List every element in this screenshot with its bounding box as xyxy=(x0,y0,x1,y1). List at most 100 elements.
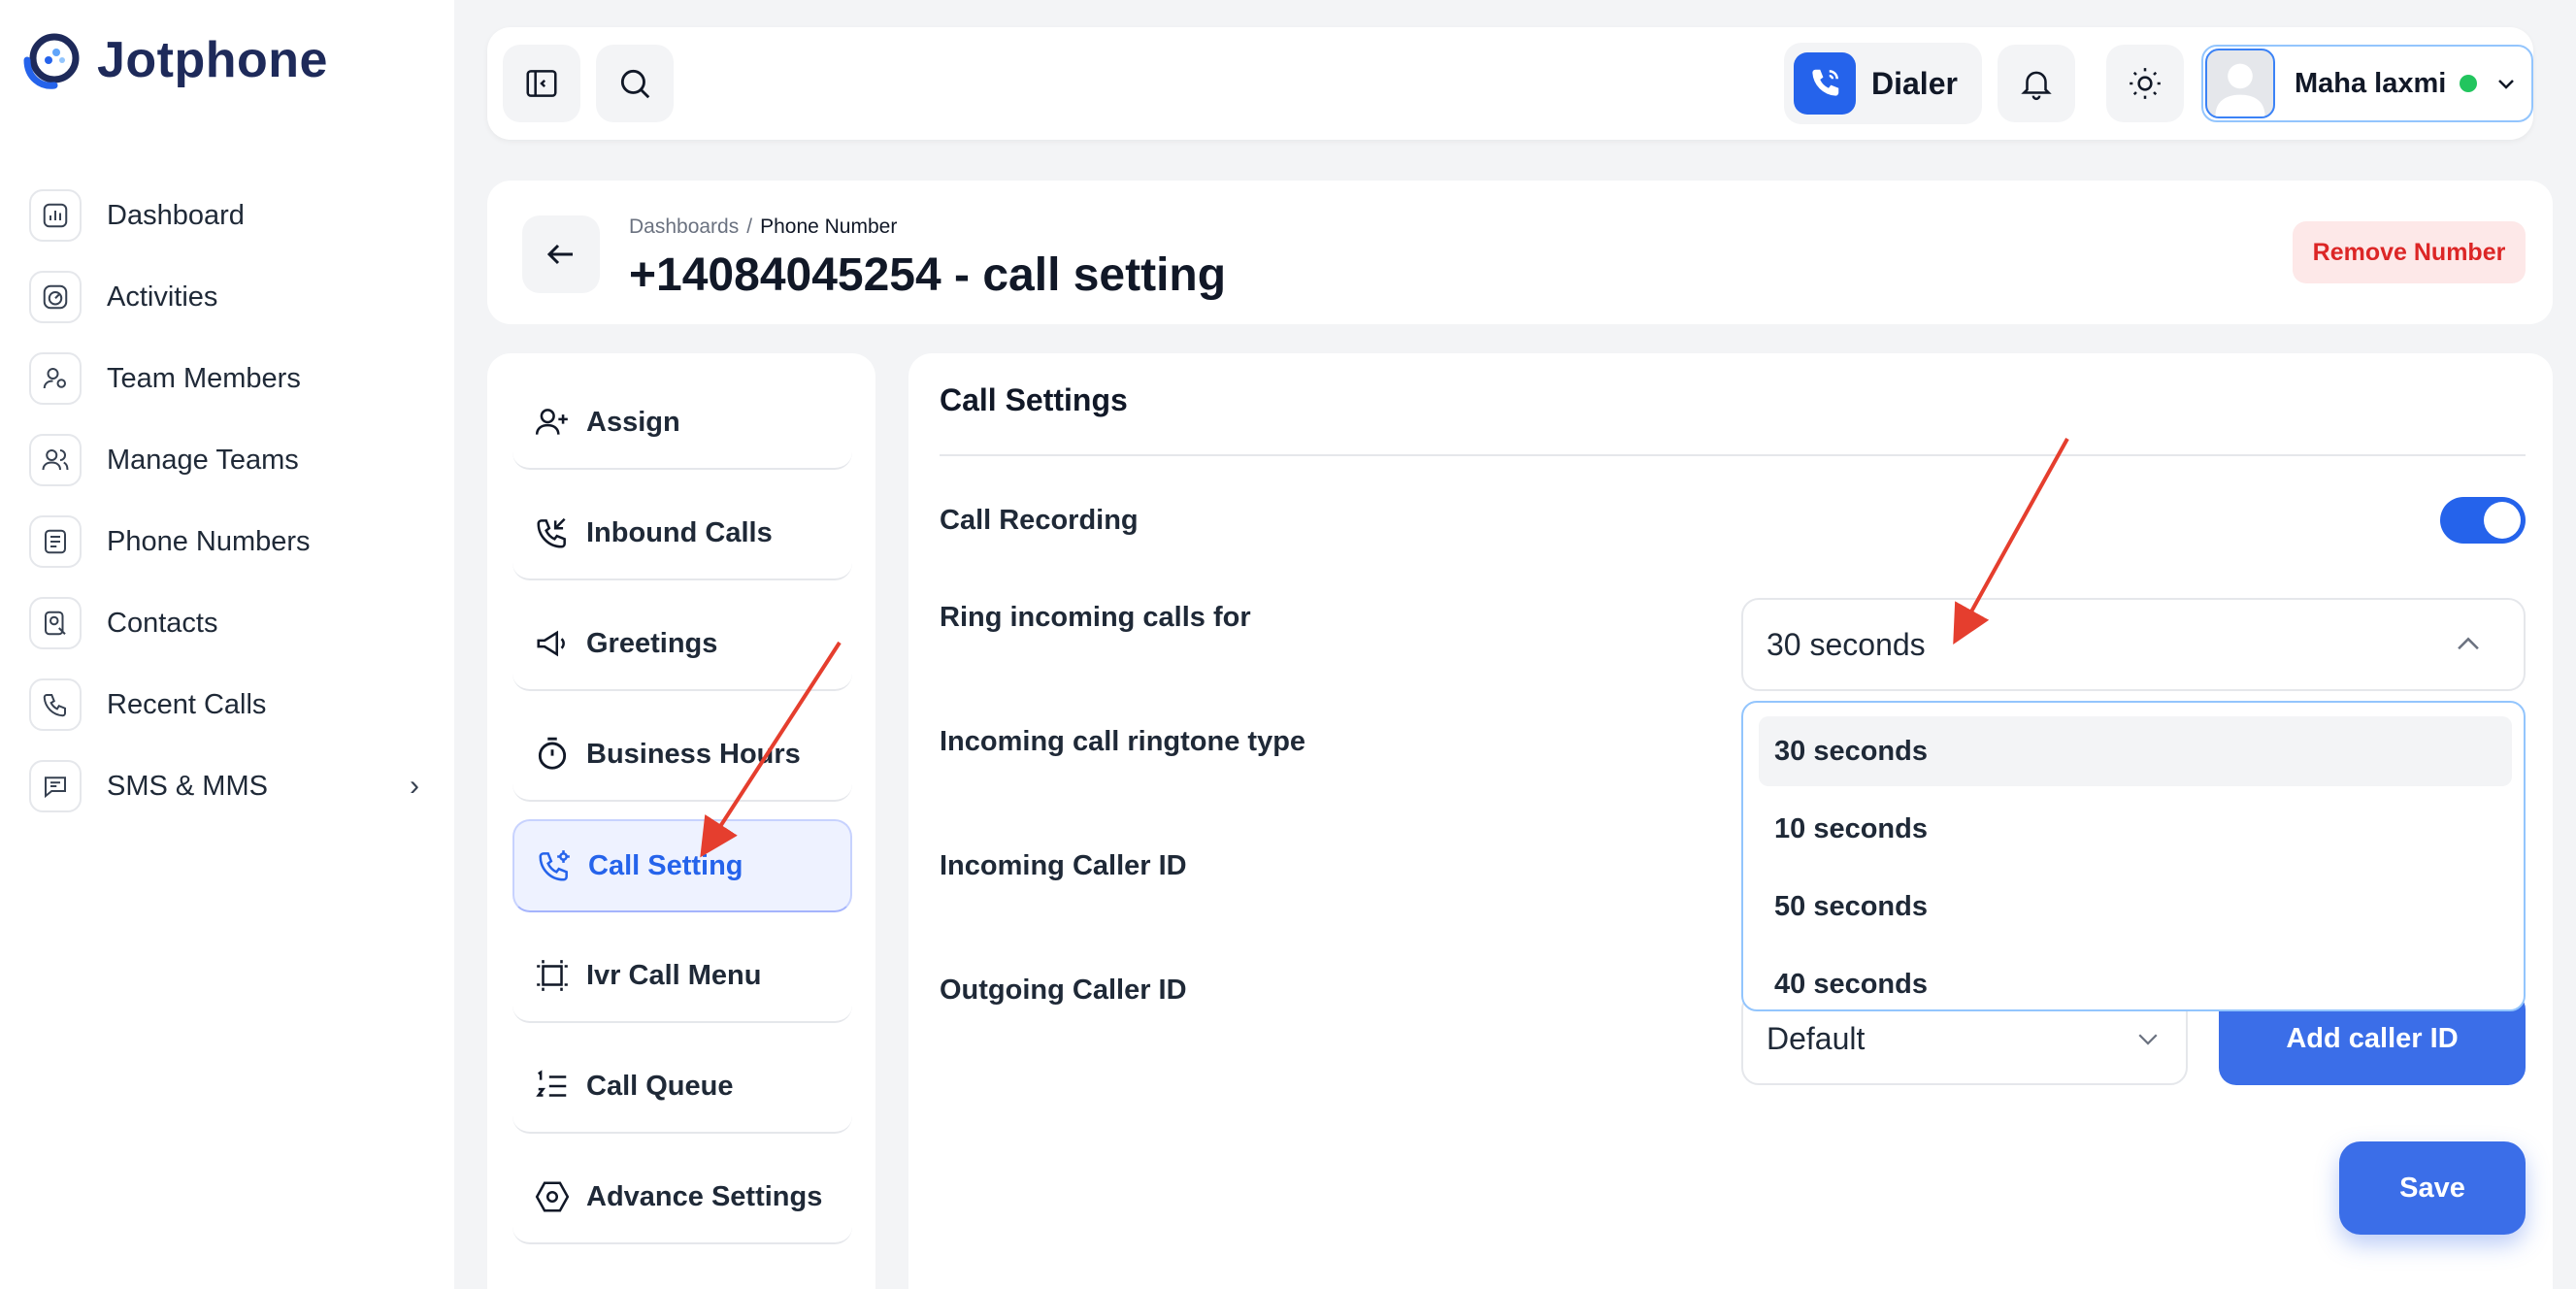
sidebar-item-label: Manage Teams xyxy=(107,444,299,476)
settings-tabs: Assign Inbound Calls Greetings Business … xyxy=(487,353,875,1289)
back-button[interactable] xyxy=(522,215,600,293)
page-title: +14084045254 - call setting xyxy=(629,249,1227,301)
logo[interactable]: Jotphone xyxy=(19,27,328,93)
speedometer-icon xyxy=(29,271,82,323)
sidebar-item-phone-numbers[interactable]: Phone Numbers xyxy=(29,501,427,582)
users-icon xyxy=(29,434,82,486)
call-settings-panel: Call Settings Call Recording Ring incomi… xyxy=(908,353,2553,1289)
tab-label: Inbound Calls xyxy=(586,516,773,548)
ring-duration-dropdown: 30 seconds 10 seconds 50 seconds 40 seco… xyxy=(1741,701,2526,1011)
tab-inbound-calls[interactable]: Inbound Calls xyxy=(512,487,852,580)
dialer-label: Dialer xyxy=(1871,65,1958,101)
breadcrumb: Dashboards / Phone Number xyxy=(629,215,898,238)
sidebar-item-contacts[interactable]: Contacts xyxy=(29,582,427,664)
message-icon xyxy=(29,760,82,812)
dropdown-option[interactable]: 40 seconds xyxy=(1759,949,2512,1009)
contact-search-icon xyxy=(29,597,82,649)
numbered-list-icon xyxy=(536,1070,567,1097)
tab-assign[interactable]: Assign xyxy=(512,377,852,470)
ringtone-type-label: Incoming call ringtone type xyxy=(940,726,1306,757)
sidebar-collapse-icon xyxy=(526,70,557,97)
tab-greetings[interactable]: Greetings xyxy=(512,598,852,691)
sun-icon xyxy=(2130,68,2161,99)
ring-duration-label: Ring incoming calls for xyxy=(940,602,1251,633)
dropdown-option[interactable]: 50 seconds xyxy=(1759,872,2512,942)
sidebar-toggle-button[interactable] xyxy=(503,45,580,122)
outgoing-caller-id-value: Default xyxy=(1767,1020,1866,1056)
sidebar-item-label: Dashboard xyxy=(107,199,245,231)
phone-gear-icon xyxy=(539,850,570,881)
theme-toggle-button[interactable] xyxy=(2106,45,2184,122)
toggle-knob xyxy=(2484,502,2521,539)
avatar xyxy=(2205,49,2275,118)
sidebar-item-label: Recent Calls xyxy=(107,688,267,720)
jotphone-logo-icon xyxy=(23,33,80,89)
ring-duration-select[interactable]: 30 seconds xyxy=(1741,598,2526,691)
dialer-button[interactable]: Dialer xyxy=(1784,43,1982,124)
brand-name: Jotphone xyxy=(97,32,328,88)
divider xyxy=(940,454,2526,456)
chart-icon xyxy=(29,189,82,242)
notifications-button[interactable] xyxy=(1998,45,2075,122)
tab-label: Call Queue xyxy=(586,1070,734,1102)
sidebar-item-recent-calls[interactable]: Recent Calls xyxy=(29,664,427,745)
tab-label: Advance Settings xyxy=(586,1180,823,1212)
sidebar-item-sms-mms[interactable]: SMS & MMS › xyxy=(29,745,427,827)
user-settings-icon xyxy=(29,352,82,405)
breadcrumb-root[interactable]: Dashboards xyxy=(629,215,739,238)
timer-icon xyxy=(538,737,567,770)
user-menu[interactable]: Maha laxmi xyxy=(2201,45,2533,122)
sidebar-item-label: SMS & MMS xyxy=(107,770,268,802)
user-name: Maha laxmi xyxy=(2295,67,2447,99)
arrow-left-icon xyxy=(546,244,573,265)
chevron-down-icon xyxy=(2138,1034,2158,1045)
frame-icon xyxy=(537,960,568,991)
search-button[interactable] xyxy=(596,45,674,122)
tab-call-queue[interactable]: Call Queue xyxy=(512,1041,852,1134)
sidebar: Jotphone Dashboard Activities Team Membe… xyxy=(0,0,454,1289)
tab-label: Call Setting xyxy=(588,849,743,881)
phone-incoming-icon xyxy=(537,517,566,548)
section-title: Call Settings xyxy=(940,382,1128,417)
dropdown-option[interactable]: 30 seconds xyxy=(1759,716,2512,786)
online-status-dot xyxy=(2460,75,2478,92)
chevron-down-icon xyxy=(2498,80,2515,89)
tab-label: Assign xyxy=(586,406,680,438)
tab-ivr-call-menu[interactable]: Ivr Call Menu xyxy=(512,930,852,1023)
chevron-up-icon xyxy=(2458,637,2479,650)
tab-call-setting[interactable]: Call Setting xyxy=(512,819,852,912)
sidebar-item-dashboard[interactable]: Dashboard xyxy=(29,175,427,256)
sidebar-item-activities[interactable]: Activities xyxy=(29,256,427,338)
sidebar-item-team-members[interactable]: Team Members xyxy=(29,338,427,419)
call-recording-toggle[interactable] xyxy=(2440,497,2526,544)
tab-business-hours[interactable]: Business Hours xyxy=(512,709,852,802)
sidebar-item-label: Phone Numbers xyxy=(107,525,311,557)
dropdown-option[interactable]: 10 seconds xyxy=(1759,794,2512,864)
bell-icon xyxy=(2021,71,2052,101)
chevron-right-icon: › xyxy=(410,770,419,802)
megaphone-icon xyxy=(537,630,565,657)
tab-label: Business Hours xyxy=(586,738,801,770)
top-bar: Dialer Maha laxmi xyxy=(487,27,2533,140)
phone-history-icon xyxy=(29,678,82,731)
tab-advance-settings[interactable]: Advance Settings xyxy=(512,1151,852,1244)
phonebook-icon xyxy=(29,515,82,568)
sidebar-nav: Dashboard Activities Team Members Manage… xyxy=(29,175,427,827)
tab-label: Greetings xyxy=(586,627,718,659)
phone-icon xyxy=(1794,52,1856,115)
tab-label: Ivr Call Menu xyxy=(586,959,762,991)
sidebar-item-manage-teams[interactable]: Manage Teams xyxy=(29,419,427,501)
sidebar-item-label: Activities xyxy=(107,281,218,313)
user-plus-icon xyxy=(535,409,568,435)
page-header: Dashboards / Phone Number +14084045254 - c… xyxy=(487,181,2553,324)
save-button[interactable]: Save xyxy=(2339,1141,2526,1235)
ring-duration-value: 30 seconds xyxy=(1767,626,1926,662)
sidebar-item-label: Team Members xyxy=(107,362,301,394)
call-recording-label: Call Recording xyxy=(940,505,1139,536)
remove-number-button[interactable]: Remove Number xyxy=(2293,221,2526,283)
incoming-caller-id-label: Incoming Caller ID xyxy=(940,850,1187,881)
outgoing-caller-id-label: Outgoing Caller ID xyxy=(940,975,1187,1006)
hexagon-icon xyxy=(535,1181,570,1212)
sidebar-item-label: Contacts xyxy=(107,607,218,639)
search-icon xyxy=(620,69,650,99)
